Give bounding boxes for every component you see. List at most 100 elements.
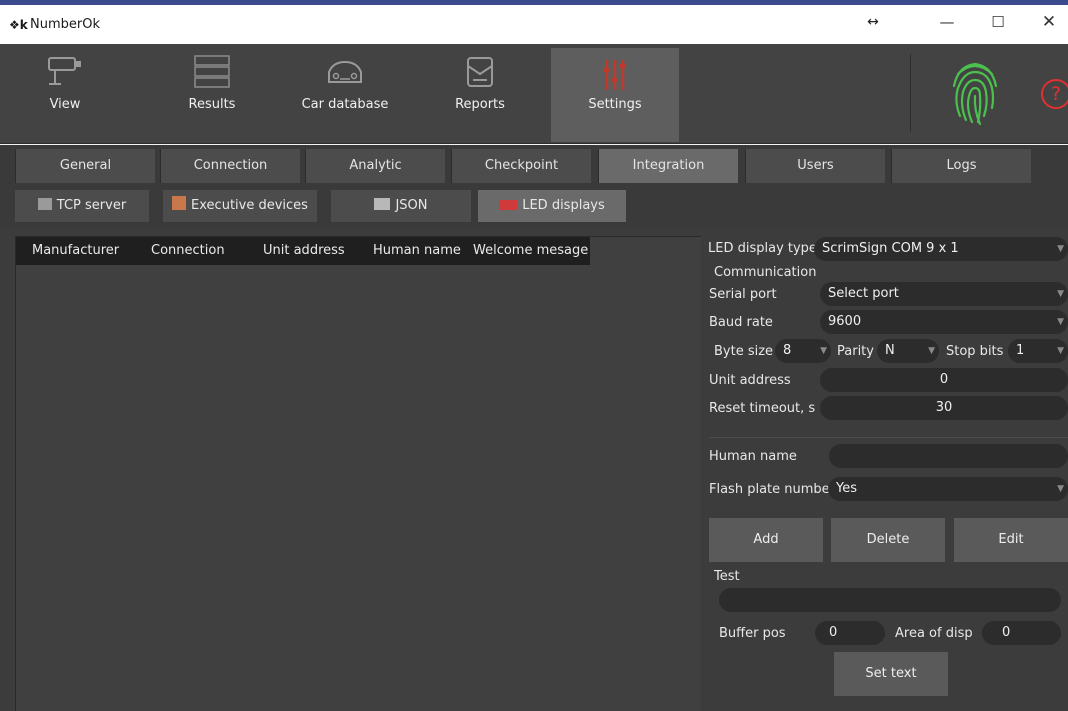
parity-label: Parity [837,344,874,359]
chevron-down-icon: ▼ [820,346,827,356]
toolbar-view-button[interactable]: View [10,44,120,144]
subtab-led-displays[interactable]: LED displays [478,190,626,222]
tab-users[interactable]: Users [745,149,885,183]
integration-subtabbar: TCP server Executive devices JSON LED di… [0,185,1068,229]
toolbar-separator [910,54,911,132]
subtab-json-label: JSON [395,198,428,213]
column-welcome-message[interactable]: Welcome mesage [461,237,590,265]
subtab-executive-devices[interactable]: Executive devices [163,190,317,222]
subtab-led-displays-label: LED displays [522,198,605,213]
led-display-type-value: ScrimSign COM 9 x 1 [822,241,959,256]
toolbar-reports-label: Reports [455,97,505,112]
buffer-pos-spinbox[interactable]: 0 [815,621,885,645]
main-toolbar: View Results Car database Reports Settin… [0,44,1068,144]
camera-icon [48,57,81,85]
chevron-down-icon: ▼ [1057,484,1064,494]
tab-checkpoint[interactable]: Checkpoint [451,149,591,183]
led-displays-table[interactable]: Manufacturer Connection Unit address Hum… [15,236,701,711]
settings-sliders-icon [604,60,626,90]
table-header: Manufacturer Connection Unit address Hum… [16,237,590,265]
toolbar-car-database-button[interactable]: Car database [290,44,400,144]
led-settings-panel: LED display type ScrimSign COM 9 x 1 ▼ Co… [703,229,1068,711]
subtab-tcp-server-label: TCP server [56,198,127,213]
app-logo-icon: ❖k [9,18,28,32]
subtab-executive-devices-label: Executive devices [191,198,308,213]
tab-connection[interactable]: Connection [160,149,300,183]
unit-address-label: Unit address [709,373,791,388]
toolbar-results-button[interactable]: Results [157,44,267,144]
help-button[interactable]: ? [1041,79,1068,109]
column-unit-address[interactable]: Unit address [247,237,357,265]
subtab-json[interactable]: JSON [331,190,471,222]
settings-tabbar: General Connection Analytic Checkpoint I… [0,145,1068,185]
set-text-button[interactable]: Set text [834,652,948,696]
server-icon [37,198,52,210]
fingerprint-icon[interactable] [950,56,1000,128]
window-titlebar: ❖k NumberOk ↔ — ☐ ✕ [0,0,1068,44]
serial-port-value: Select port [828,286,899,301]
reports-icon [467,57,493,87]
toolbar-view-label: View [49,97,81,112]
baud-rate-select[interactable]: 9600 ▼ [820,310,1068,334]
subtab-tcp-server[interactable]: TCP server [15,190,149,222]
column-connection[interactable]: Connection [135,237,247,265]
serial-port-select[interactable]: Select port ▼ [820,282,1068,306]
test-label: Test [714,569,740,584]
chevron-down-icon: ▼ [928,346,935,356]
divider [709,437,1068,438]
area-of-disp-label: Area of disp [895,626,973,641]
flash-plate-number-label: Flash plate number [709,482,835,497]
minimize-button[interactable]: — [932,13,962,31]
chevron-down-icon: ▼ [1057,317,1064,327]
content-area: Manufacturer Connection Unit address Hum… [0,229,1068,711]
led-display-icon [499,200,518,210]
parity-select[interactable]: N ▼ [877,339,939,363]
edit-button[interactable]: Edit [954,518,1068,562]
window-title: NumberOk [30,17,100,32]
led-display-type-label: LED display type [708,241,817,256]
chevron-down-icon: ▼ [1057,289,1064,299]
toolbar-car-database-label: Car database [301,97,389,112]
flash-plate-number-value: Yes [836,481,857,496]
unit-address-spinbox[interactable]: 0 [820,368,1068,392]
resize-arrows-icon[interactable]: ↔ [858,14,888,30]
tab-logs[interactable]: Logs [891,149,1031,183]
add-button[interactable]: Add [709,518,823,562]
byte-size-select[interactable]: 8 ▼ [775,339,831,363]
byte-size-label: Byte size [714,344,774,359]
reset-timeout-label: Reset timeout, s [709,401,816,416]
delete-button[interactable]: Delete [831,518,945,562]
serial-port-label: Serial port [709,287,777,302]
toolbar-settings-label: Settings [588,97,642,112]
parity-value: N [885,343,895,358]
tab-analytic[interactable]: Analytic [305,149,445,183]
baud-rate-value: 9600 [828,314,862,329]
byte-size-value: 8 [783,343,792,358]
test-text-input[interactable] [719,588,1061,612]
communication-label: Communication [714,265,817,280]
close-button[interactable]: ✕ [1034,12,1064,32]
tab-general[interactable]: General [15,149,155,183]
car-icon [328,60,362,83]
toolbar-results-label: Results [188,97,236,112]
led-display-type-select[interactable]: ScrimSign COM 9 x 1 ▼ [814,237,1068,261]
stop-bits-select[interactable]: 1 ▼ [1008,339,1068,363]
executive-devices-icon [172,196,187,210]
chevron-down-icon: ▼ [1057,346,1064,356]
baud-rate-label: Baud rate [709,315,773,330]
human-name-input[interactable] [829,444,1068,468]
stop-bits-value: 1 [1016,343,1025,358]
area-of-disp-spinbox[interactable]: 0 [982,621,1061,645]
flash-plate-number-select[interactable]: Yes ▼ [828,477,1068,501]
toolbar-settings-button[interactable]: Settings [551,48,679,142]
human-name-label: Human name [709,449,797,464]
reset-timeout-spinbox[interactable]: 30 [820,396,1068,420]
results-list-icon [194,55,230,88]
tab-integration[interactable]: Integration [598,149,738,183]
toolbar-reports-button[interactable]: Reports [425,44,535,144]
chevron-down-icon: ▼ [1057,244,1064,254]
column-manufacturer[interactable]: Manufacturer [16,237,135,265]
buffer-pos-label: Buffer pos [719,626,786,641]
maximize-button[interactable]: ☐ [983,13,1013,31]
column-human-name[interactable]: Human name [357,237,461,265]
